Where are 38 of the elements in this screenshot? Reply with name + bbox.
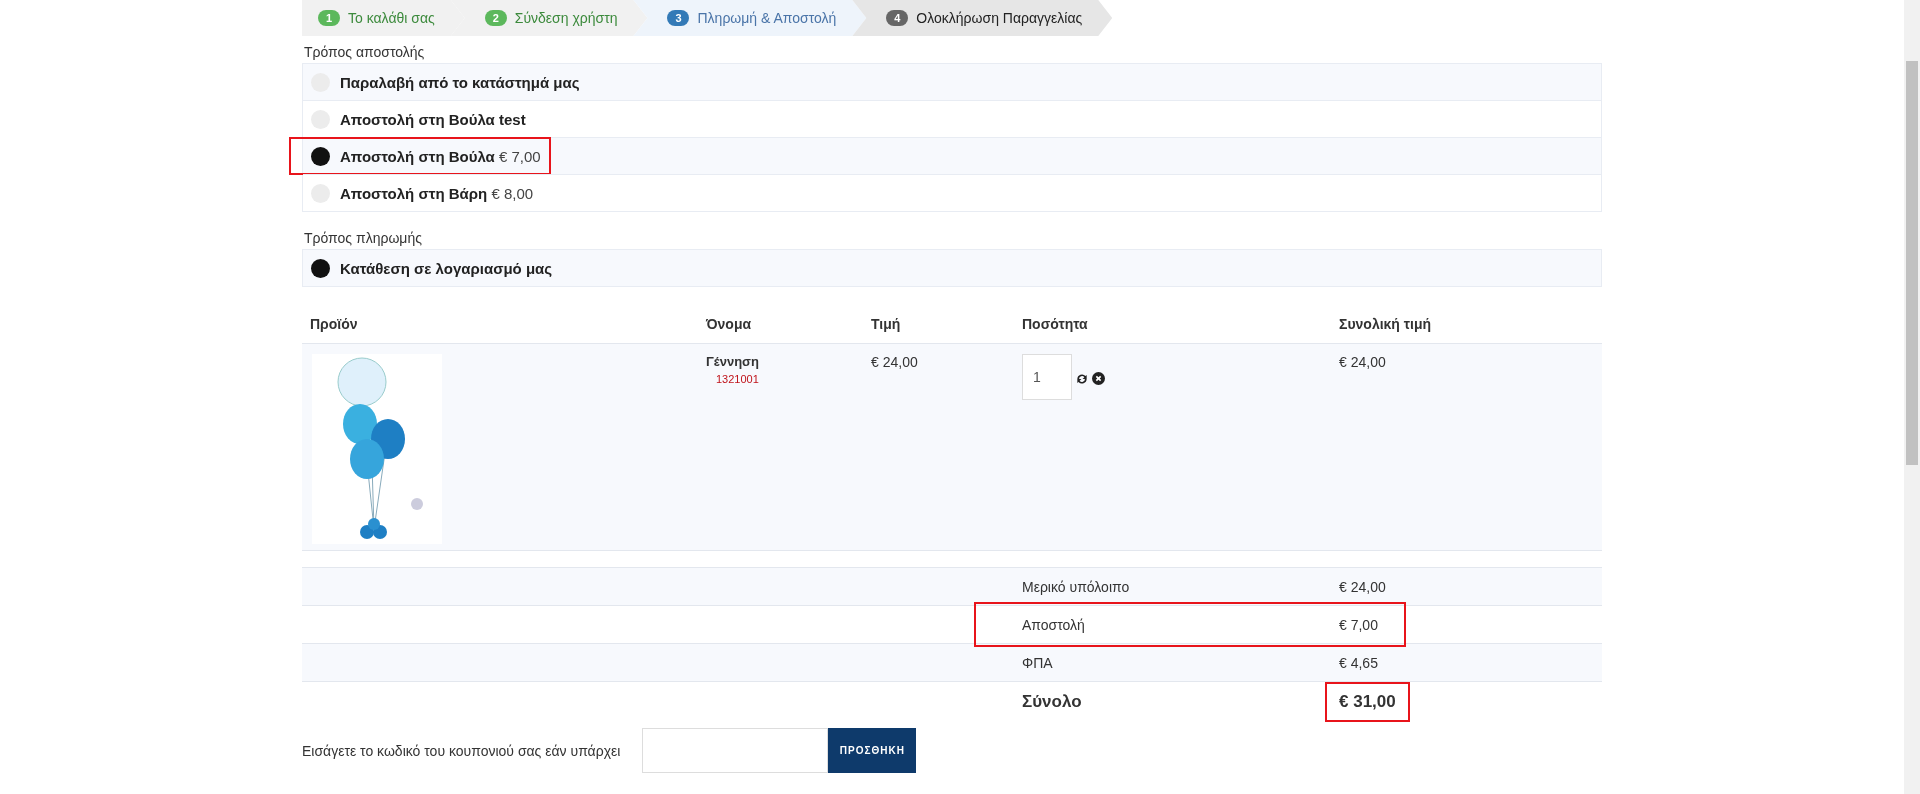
table-cell-text: € 24,00: [870, 354, 919, 372]
checkout-step[interactable]: 3 Πληρωμή & Αποστολή: [633, 0, 867, 36]
payment-option-label[interactable]: Κατάθεση σε λογαριασμό μας: [340, 259, 553, 277]
table-cell-text: € 24,00: [1338, 354, 1387, 372]
section-title: Τρόπος αποστολής: [303, 43, 426, 62]
column-header: Προϊόν: [309, 316, 359, 332]
total-label: Μερικό υπόλοιπο: [1021, 578, 1131, 595]
column-header: Συνολική τιμή: [1338, 316, 1433, 332]
column-header: Τιμή: [870, 316, 902, 332]
scrollbar[interactable]: [1904, 0, 1920, 794]
coupon-field[interactable]: [642, 728, 829, 773]
column-header: Ποσότητα: [1021, 316, 1089, 332]
radio-button[interactable]: [311, 146, 330, 166]
coupon-label: Εισάγετε το κωδικό του κουπονιού σας εάν υπάρχει: [302, 742, 621, 759]
product-name[interactable]: Γέννηση: [706, 354, 863, 369]
total-value: € 24,00: [1338, 578, 1387, 595]
quantity-field[interactable]: 1: [1022, 354, 1072, 400]
total-value: € 7,00: [1338, 616, 1379, 633]
checkout-step[interactable]: 1 Το καλάθι σας: [302, 0, 465, 36]
shipping-option-label[interactable]: Αποστολή στη Βούλα test: [340, 110, 526, 128]
add-coupon-button[interactable]: ΠΡΟΣΘΗΚΗ: [828, 728, 917, 773]
shipping-option-label[interactable]: Αποστολή στη Βούλα € 7,00: [340, 147, 541, 165]
shipping-option-label[interactable]: Παραλαβή από το κατάστημά μας: [340, 73, 580, 91]
section-title: Τρόπος πληρωμής: [303, 229, 423, 248]
checkout-step[interactable]: 2 Σύνδεση χρήστη: [450, 0, 648, 36]
total-label: ΦΠΑ: [1021, 654, 1054, 671]
column-header: Όνομα: [705, 316, 753, 332]
total-value: € 4,65: [1338, 654, 1379, 671]
total-label: Αποστολή: [1021, 616, 1086, 633]
remove-icon[interactable]: [1092, 372, 1105, 385]
shipping-option-label[interactable]: Αποστολή στη Βάρη € 8,00: [340, 184, 534, 202]
radio-button[interactable]: [311, 258, 330, 278]
product-code: 1321001: [715, 373, 760, 385]
total-value: € 31,00: [1331, 692, 1404, 712]
refresh-icon[interactable]: [1075, 372, 1089, 386]
total-label: Σύνολο: [1021, 692, 1083, 712]
scrollbar-thumb[interactable]: [1906, 61, 1918, 465]
checkout-step[interactable]: 4 Ολοκλήρωση Παραγγελίας: [852, 0, 1113, 36]
